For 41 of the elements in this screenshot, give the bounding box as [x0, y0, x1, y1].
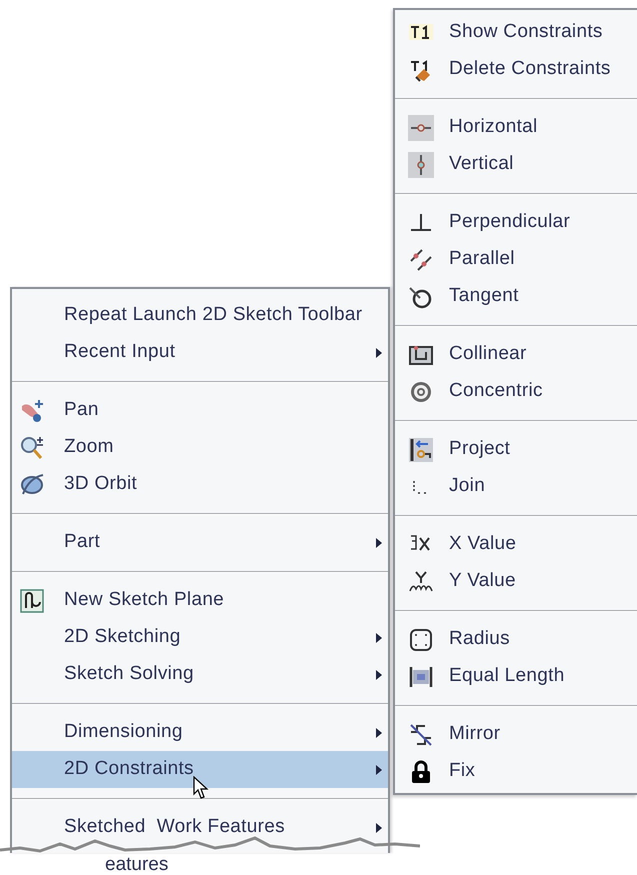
- menu-item[interactable]: Perpendicular: [395, 204, 637, 241]
- menu-item[interactable]: Horizontal: [395, 109, 637, 146]
- menu-item[interactable]: 3D Orbit: [12, 466, 388, 503]
- menu-item[interactable]: Sketch Solving: [12, 656, 388, 693]
- join-icon: [413, 480, 429, 494]
- menu-item[interactable]: Show Constraints: [395, 14, 637, 51]
- menu-item[interactable]: Pan: [12, 392, 388, 429]
- project-icon: [408, 436, 434, 462]
- cut-off-menu-text: eatures: [105, 853, 170, 875]
- sketch-plane-icon: [19, 588, 45, 614]
- menu-item[interactable]: Collinear: [395, 336, 637, 373]
- menu-item[interactable]: Fix: [395, 753, 637, 790]
- menu-item[interactable]: Concentric: [395, 373, 637, 410]
- hand-icon: [19, 398, 45, 424]
- menu-item[interactable]: X Value: [395, 526, 637, 563]
- menu-item[interactable]: Zoom: [12, 429, 388, 466]
- menu-item[interactable]: Tangent: [395, 278, 637, 315]
- menu-item[interactable]: Y Value: [395, 563, 637, 600]
- menu-item[interactable]: 2D Constraints: [12, 751, 388, 788]
- vertical-icon: [408, 152, 434, 178]
- menu-item[interactable]: Mirror: [395, 716, 637, 753]
- horizontal-icon: [408, 114, 434, 140]
- menu-item[interactable]: Project: [395, 431, 637, 468]
- parallel-lines-icon: [408, 246, 434, 272]
- menu-item[interactable]: Join: [395, 468, 637, 505]
- menu-item[interactable]: New Sketch Plane: [12, 582, 388, 619]
- menu-item[interactable]: Sketched Work Features: [12, 809, 388, 846]
- orbit-icon: [19, 472, 45, 498]
- menu-item[interactable]: Radius: [395, 621, 637, 658]
- zoom-icon: [19, 434, 45, 460]
- menu-item[interactable]: 2D Sketching: [12, 619, 388, 656]
- rounded-square-icon: [408, 626, 434, 652]
- menu-item[interactable]: Part: [12, 524, 388, 561]
- menu-item[interactable]: Equal Length: [395, 658, 637, 695]
- menu-item[interactable]: Dimensioning: [12, 714, 388, 751]
- mirror-icon: [408, 722, 434, 748]
- menu-item[interactable]: Vertical: [395, 146, 637, 183]
- menu-item[interactable]: Repeat Launch 2D Sketch Toolbar: [12, 297, 388, 334]
- menu-item[interactable]: Parallel: [395, 241, 637, 278]
- menu-item[interactable]: Delete Constraints: [395, 51, 637, 88]
- menu-item[interactable]: Recent Input: [12, 334, 388, 371]
